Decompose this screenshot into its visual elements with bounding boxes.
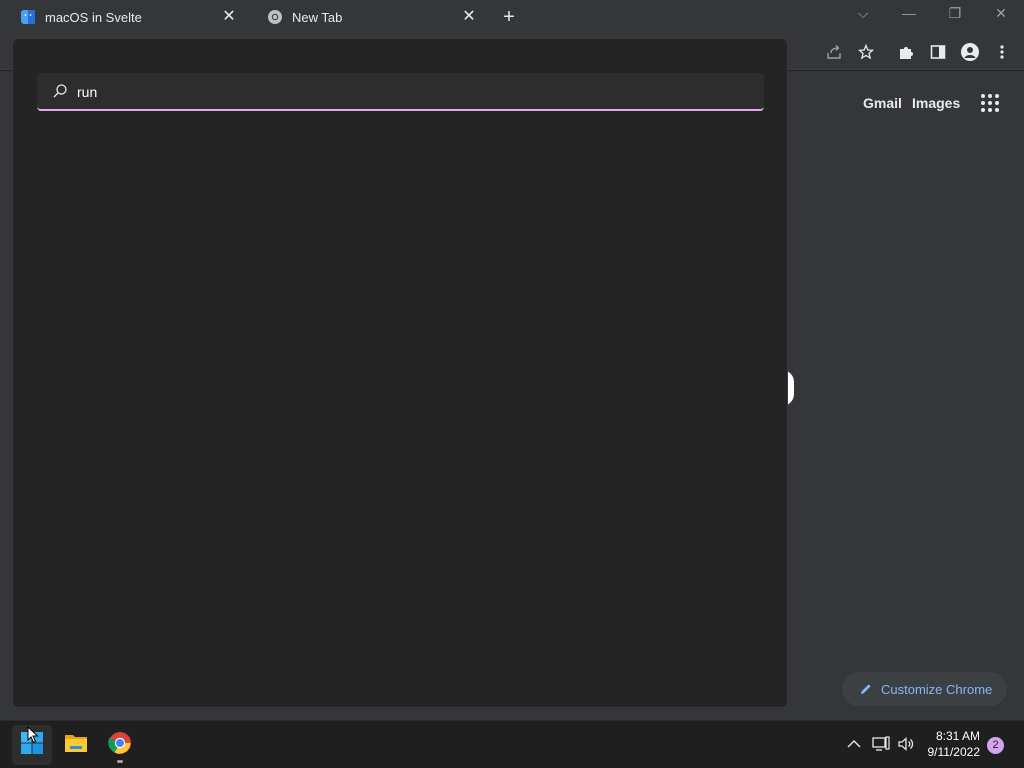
restore-icon[interactable]: ❐ — [943, 5, 967, 25]
chrome-icon — [108, 731, 132, 760]
taskbar: 8:31 AM 9/11/2022 2 — [0, 720, 1024, 768]
mouse-cursor-icon — [27, 725, 39, 744]
close-window-icon[interactable]: ✕ — [989, 5, 1013, 25]
chrome-menu-icon[interactable] — [992, 42, 1012, 62]
volume-icon[interactable] — [897, 735, 915, 753]
file-explorer-icon — [64, 732, 88, 759]
tab-search-icon[interactable]: ⌵ — [851, 5, 875, 25]
chrome-taskbar-button[interactable] — [100, 725, 140, 765]
close-tab-icon[interactable]: ✕ — [461, 9, 477, 25]
pencil-icon — [859, 682, 873, 696]
close-tab-icon[interactable]: ✕ — [221, 9, 237, 25]
minimize-icon[interactable]: — — [897, 5, 921, 25]
google-apps-icon[interactable] — [980, 93, 1000, 113]
tab-new-tab[interactable]: New Tab ✕ — [247, 0, 487, 34]
search-input[interactable] — [77, 78, 677, 106]
customize-chrome-button[interactable]: Customize Chrome — [842, 672, 1007, 706]
share-icon[interactable] — [824, 42, 844, 62]
network-icon[interactable] — [872, 735, 890, 753]
chevron-up-icon[interactable] — [845, 735, 863, 753]
tab-title: macOS in Svelte — [45, 9, 142, 25]
start-menu-panel — [12, 38, 788, 708]
clock-time[interactable]: 8:31 AM — [920, 729, 980, 743]
file-explorer-button[interactable] — [56, 725, 96, 765]
start-search-box[interactable] — [37, 73, 764, 111]
tab-macos-in-svelte[interactable]: macOS in Svelte ✕ — [0, 0, 247, 34]
finder-favicon-icon — [20, 9, 36, 25]
images-link[interactable]: Images — [912, 95, 960, 111]
new-tab-button[interactable]: + — [499, 7, 519, 27]
bookmark-star-icon[interactable] — [856, 42, 876, 62]
clock-date[interactable]: 9/11/2022 — [920, 745, 981, 759]
search-icon — [52, 83, 68, 99]
tab-title: New Tab — [292, 9, 343, 25]
extensions-puzzle-icon[interactable] — [896, 42, 916, 62]
running-indicator — [117, 760, 123, 763]
profile-avatar-icon[interactable] — [960, 42, 980, 62]
notification-badge[interactable]: 2 — [987, 737, 1004, 754]
gmail-link[interactable]: Gmail — [863, 95, 902, 111]
side-panel-icon[interactable] — [928, 42, 948, 62]
tab-strip: macOS in Svelte ✕ New Tab ✕ + ⌵ — ❐ ✕ — [0, 0, 1024, 34]
chrome-favicon-icon — [267, 9, 283, 25]
customize-chrome-label: Customize Chrome — [881, 681, 993, 697]
